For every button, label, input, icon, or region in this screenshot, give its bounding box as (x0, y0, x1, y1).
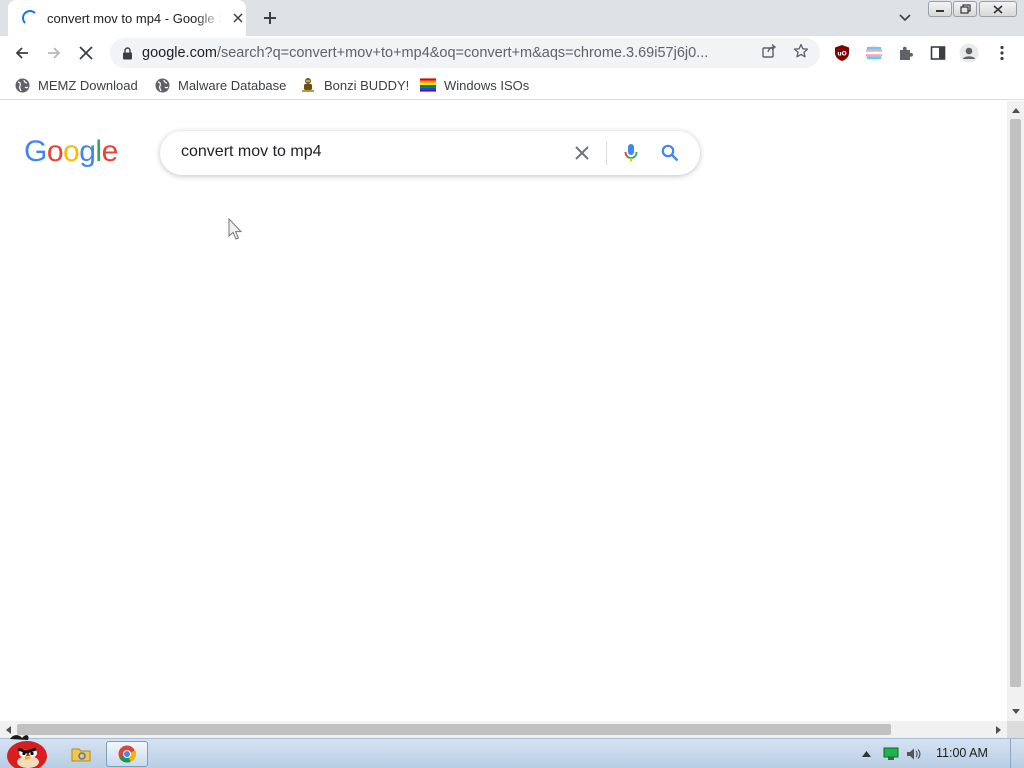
url-host: google.com (142, 45, 217, 61)
scroll-right-arrow-icon[interactable] (990, 721, 1007, 738)
globe-icon (154, 77, 170, 93)
vertical-scroll-thumb[interactable] (1010, 119, 1021, 687)
bookmark-label: Malware Database (178, 77, 287, 93)
search-divider (606, 141, 607, 165)
flag-extension-icon[interactable] (863, 42, 885, 64)
scroll-up-arrow-icon[interactable] (1007, 102, 1024, 119)
rainbow-flag-icon (420, 77, 436, 93)
logo-letter: g (79, 135, 96, 168)
bookmark-windows-isos[interactable]: Windows ISOs (420, 75, 529, 95)
restore-button[interactable] (953, 1, 977, 17)
globe-icon (14, 77, 30, 93)
lock-icon[interactable] (120, 46, 134, 60)
svg-text:uO: uO (837, 51, 846, 58)
logo-letter: o (46, 135, 64, 168)
bookmark-star-icon[interactable] (791, 41, 811, 61)
minimize-button[interactable] (928, 1, 952, 17)
microphone-icon[interactable] (620, 142, 642, 164)
bookmark-memz-download[interactable]: MEMZ Download (14, 75, 138, 95)
network-icon[interactable] (883, 746, 899, 762)
show-desktop-button[interactable] (1010, 739, 1024, 768)
taskbar-clock[interactable]: 11:00 AM (936, 746, 988, 760)
url-text[interactable]: google.com/search?q=convert+mov+to+mp4&o… (142, 45, 752, 61)
profile-icon[interactable] (958, 42, 980, 64)
angry-bird-start-icon[interactable] (0, 731, 52, 768)
bookmark-bonzi-buddy[interactable]: Bonzi BUDDY! (300, 75, 409, 95)
bookmarks-bar: MEMZ Download Malware Database Bonzi BUD… (0, 70, 1024, 100)
scrollbar-corner (1007, 721, 1024, 738)
share-icon[interactable] (759, 41, 779, 61)
taskbar: 11:00 AM (0, 735, 1024, 768)
loading-spinner-icon (22, 10, 38, 26)
logo-letter: e (101, 135, 119, 168)
puzzle-icon[interactable] (895, 42, 917, 64)
close-window-button[interactable] (979, 1, 1017, 17)
back-button[interactable] (9, 40, 35, 66)
address-bar[interactable]: google.com/search?q=convert+mov+to+mp4&o… (110, 38, 820, 68)
tab-strip: convert mov to mp4 - Google Search (0, 0, 1024, 36)
new-tab-button[interactable] (259, 7, 281, 29)
bookmark-label: MEMZ Download (38, 77, 138, 93)
bookmark-label: Bonzi BUDDY! (324, 77, 410, 93)
bonzi-icon (300, 77, 316, 93)
tab-title: convert mov to mp4 - Google Search (47, 10, 222, 26)
horizontal-scrollbar[interactable] (0, 721, 1007, 738)
search-box[interactable]: convert mov to mp4 (160, 131, 700, 175)
logo-letter: o (63, 135, 80, 168)
browser-toolbar: google.com/search?q=convert+mov+to+mp4&o… (0, 36, 1024, 70)
tab-search-chevron-icon[interactable] (895, 8, 915, 28)
scroll-down-arrow-icon[interactable] (1007, 703, 1024, 720)
forward-button[interactable] (41, 40, 67, 66)
more-menu-icon[interactable] (991, 42, 1013, 64)
logo-letter: G (24, 135, 47, 168)
google-logo[interactable]: Google (24, 136, 118, 168)
search-input[interactable]: convert mov to mp4 (181, 143, 322, 161)
vertical-scrollbar[interactable] (1007, 101, 1024, 721)
stop-loading-button[interactable] (73, 40, 99, 66)
chrome-icon[interactable] (106, 741, 148, 767)
mouse-pointer-icon (228, 218, 243, 240)
ublock-origin-icon[interactable]: uO (831, 42, 853, 64)
bookmark-malware-database[interactable]: Malware Database (154, 75, 286, 95)
url-path: /search?q=convert+mov+to+mp4&oq=convert+… (216, 45, 709, 61)
bookmark-label: Windows ISOs (444, 77, 530, 93)
explorer-icon[interactable] (60, 741, 102, 767)
search-icon[interactable] (659, 142, 681, 164)
close-tab-icon[interactable] (228, 8, 248, 28)
clear-search-icon[interactable] (571, 142, 593, 164)
volume-icon[interactable] (906, 746, 922, 762)
side-panel-icon[interactable] (927, 42, 949, 64)
browser-tab[interactable]: convert mov to mp4 - Google Search (8, 0, 246, 36)
search-results-page: Google convert mov to mp4 (0, 101, 1007, 721)
show-hidden-icons-arrow[interactable] (858, 746, 874, 762)
horizontal-scroll-thumb[interactable] (17, 724, 891, 735)
